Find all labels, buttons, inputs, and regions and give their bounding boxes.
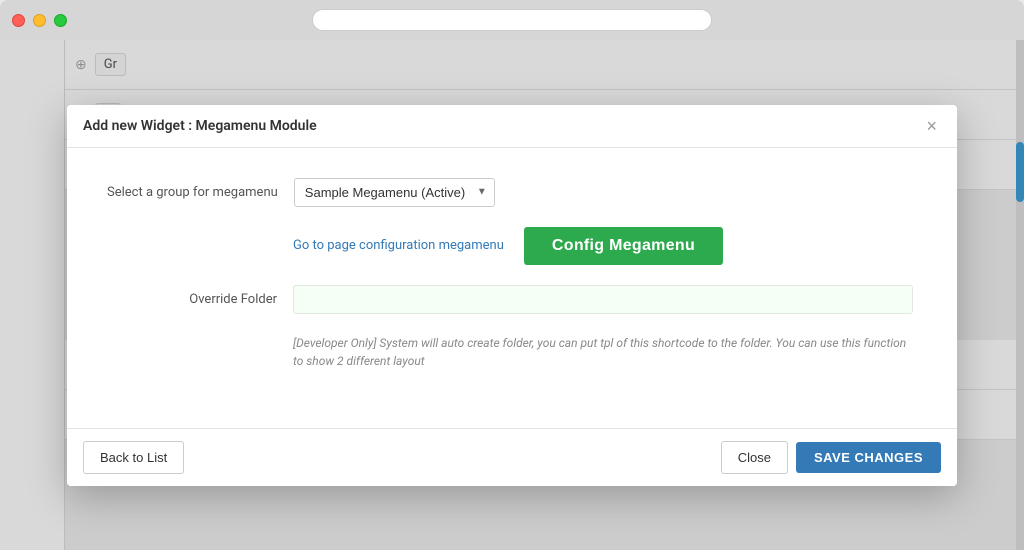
- modal-title: Add new Widget : Megamenu Module: [83, 118, 317, 134]
- override-folder-row: Override Folder: [107, 285, 917, 314]
- config-link[interactable]: Go to page configuration megamenu: [293, 238, 504, 253]
- select-group-row: Select a group for megamenu Sample Megam…: [107, 178, 917, 207]
- help-text: [Developer Only] System will auto create…: [293, 334, 917, 370]
- config-btn-area: Go to page configuration megamenu Config…: [293, 227, 723, 265]
- select-label: Select a group for megamenu: [107, 185, 278, 200]
- override-label: Override Folder: [107, 292, 277, 307]
- address-bar[interactable]: [312, 9, 712, 31]
- minimize-traffic-light[interactable]: [33, 14, 46, 27]
- page-background: ⊕ Gr ⊕ C ▶ Sh ⊕ Gr ⊕ Column ▼ Add new Wi…: [0, 40, 1024, 550]
- config-megamenu-button[interactable]: Config Megamenu: [524, 227, 723, 265]
- modal-header: Add new Widget : Megamenu Module ×: [67, 105, 957, 148]
- modal-overlay: Add new Widget : Megamenu Module × Selec…: [0, 40, 1024, 550]
- modal-dialog: Add new Widget : Megamenu Module × Selec…: [67, 105, 957, 486]
- config-row: Go to page configuration megamenu Config…: [293, 227, 917, 265]
- back-to-list-button[interactable]: Back to List: [83, 441, 184, 474]
- close-button[interactable]: Close: [721, 441, 788, 474]
- modal-footer: Back to List Close SAVE CHANGES: [67, 428, 957, 486]
- megamenu-select[interactable]: Sample Megamenu (Active): [294, 178, 495, 207]
- modal-close-button[interactable]: ×: [922, 117, 941, 135]
- maximize-traffic-light[interactable]: [54, 14, 67, 27]
- select-wrapper: Sample Megamenu (Active): [294, 178, 495, 207]
- close-traffic-light[interactable]: [12, 14, 25, 27]
- footer-right-buttons: Close SAVE CHANGES: [721, 441, 941, 474]
- modal-body: Select a group for megamenu Sample Megam…: [67, 148, 957, 428]
- window-chrome: [0, 0, 1024, 40]
- override-input[interactable]: [293, 285, 913, 314]
- save-changes-button[interactable]: SAVE CHANGES: [796, 442, 941, 473]
